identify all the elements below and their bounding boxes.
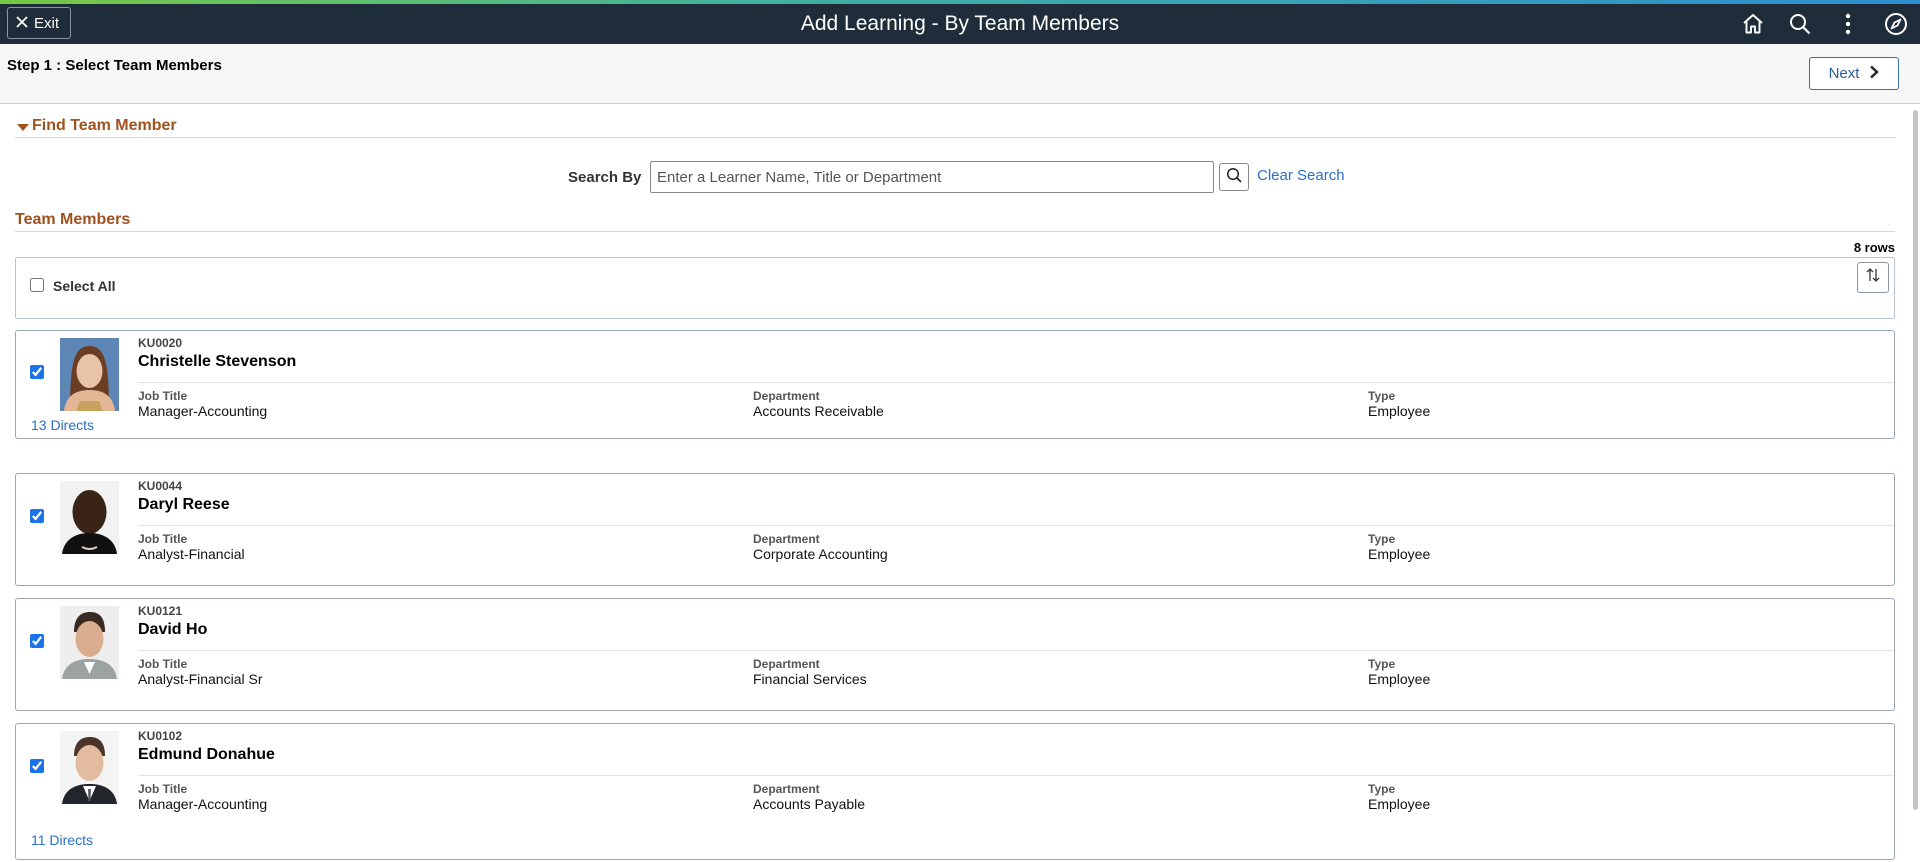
search-icon[interactable] (1787, 11, 1813, 37)
exit-label: Exit (34, 14, 60, 32)
card-divider (138, 382, 1894, 383)
team-member-card: KU0044 Daryl Reese Job Title Analyst-Fin… (15, 473, 1895, 586)
type-label: Type (1368, 657, 1396, 671)
more-vertical-icon[interactable] (1835, 11, 1861, 37)
member-photo (60, 606, 119, 679)
member-checkbox[interactable] (30, 509, 44, 523)
job-title-label: Job Title (138, 389, 188, 403)
job-title-value: Manager-Accounting (138, 403, 268, 419)
job-title-label: Job Title (138, 782, 188, 796)
job-title-label: Job Title (138, 657, 188, 671)
department-value: Corporate Accounting (753, 546, 888, 562)
find-team-member-section: Find Team Member (15, 112, 1895, 138)
vertical-scrollbar[interactable] (1910, 110, 1920, 810)
chevron-right-icon (1869, 65, 1880, 83)
search-button[interactable] (1219, 163, 1249, 191)
step-header: Step 1 : Select Team Members Next (0, 44, 1920, 104)
type-label: Type (1368, 532, 1396, 546)
team-members-section: Team Members (15, 207, 1895, 232)
top-navbar: Exit Add Learning - By Team Members (0, 4, 1920, 44)
clear-search-link[interactable]: Clear Search (1257, 167, 1345, 184)
main-content: Find Team Member Search By Clear Search … (0, 104, 1910, 862)
department-label: Department (753, 782, 820, 796)
type-value: Employee (1368, 403, 1431, 419)
department-label: Department (753, 389, 820, 403)
team-member-card: KU0121 David Ho Job Title Analyst-Financ… (15, 598, 1895, 711)
type-value: Employee (1368, 796, 1431, 812)
department-value: Financial Services (753, 671, 867, 687)
member-name: Edmund Donahue (138, 746, 275, 763)
page-title: Add Learning - By Team Members (800, 12, 1120, 35)
member-name: Daryl Reese (138, 496, 230, 513)
job-title-value: Analyst-Financial (138, 546, 245, 562)
type-value: Employee (1368, 546, 1431, 562)
job-title-value: Analyst-Financial Sr (138, 671, 263, 687)
department-label: Department (753, 657, 820, 671)
sort-arrows-icon (1865, 267, 1881, 288)
search-by-label: Search By (568, 169, 642, 186)
navbar-compass-icon[interactable] (1883, 11, 1909, 37)
select-all-panel: Select All (15, 257, 1895, 319)
team-member-card: KU0102 Edmund Donahue Job Title Manager-… (15, 723, 1895, 860)
next-label: Next (1828, 65, 1860, 82)
next-button[interactable]: Next (1809, 57, 1899, 90)
member-id: KU0121 (138, 604, 183, 618)
member-name: Christelle Stevenson (138, 353, 297, 370)
department-label: Department (753, 532, 820, 546)
card-divider (138, 650, 1894, 651)
directs-link[interactable]: 11 Directs (31, 832, 93, 848)
home-icon[interactable] (1740, 11, 1766, 37)
step-label: Step 1 : Select Team Members (7, 57, 222, 74)
search-icon (1226, 167, 1242, 188)
job-title-label: Job Title (138, 532, 188, 546)
member-id: KU0102 (138, 729, 183, 743)
member-id: KU0020 (138, 336, 183, 350)
type-value: Employee (1368, 671, 1431, 687)
team-member-card: KU0020 Christelle Stevenson Job Title Ma… (15, 330, 1895, 439)
exit-button[interactable]: Exit (7, 7, 71, 39)
member-id: KU0044 (138, 479, 183, 493)
scrollbar-thumb[interactable] (1913, 110, 1918, 810)
member-name: David Ho (138, 621, 208, 638)
member-photo (60, 731, 119, 804)
job-title-value: Manager-Accounting (138, 796, 268, 812)
member-photo (60, 481, 119, 554)
department-value: Accounts Payable (753, 796, 866, 812)
member-checkbox[interactable] (30, 634, 44, 648)
rows-count: 8 rows (1853, 240, 1895, 255)
select-all-checkbox[interactable] (30, 278, 44, 292)
search-input[interactable] (650, 161, 1214, 193)
department-value: Accounts Receivable (753, 403, 884, 419)
type-label: Type (1368, 389, 1396, 403)
sort-button[interactable] (1857, 262, 1889, 293)
member-checkbox[interactable] (30, 365, 44, 379)
select-all-label[interactable]: Select All (53, 278, 116, 294)
find-team-member-title[interactable]: Find Team Member (32, 117, 177, 135)
member-photo (60, 338, 119, 411)
directs-link[interactable]: 13 Directs (31, 417, 94, 433)
team-members-title: Team Members (15, 211, 131, 228)
collapse-triangle-icon[interactable] (17, 124, 29, 131)
card-divider (138, 775, 1894, 776)
card-divider (138, 525, 1894, 526)
member-checkbox[interactable] (30, 759, 44, 773)
type-label: Type (1368, 782, 1396, 796)
close-icon (16, 15, 28, 32)
